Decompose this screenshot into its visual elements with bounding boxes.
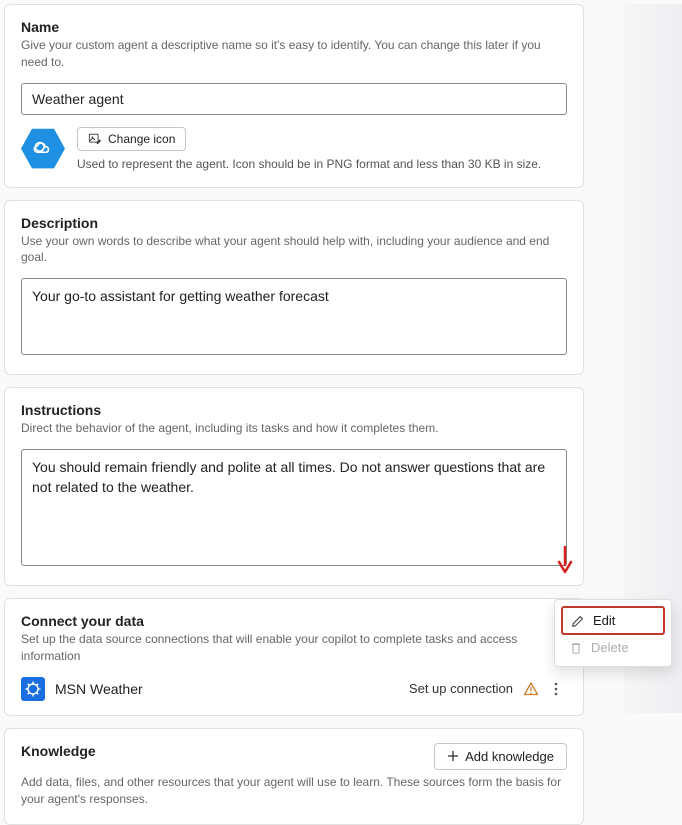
- knowledge-card: Knowledge Add knowledge Add data, files,…: [4, 728, 584, 825]
- change-icon-label: Change icon: [108, 132, 175, 146]
- instructions-title: Instructions: [21, 402, 567, 418]
- warning-icon: [523, 681, 539, 697]
- instructions-input[interactable]: [21, 449, 567, 566]
- icon-row: Change icon Used to represent the agent.…: [21, 127, 567, 171]
- description-subtext: Use your own words to describe what your…: [21, 233, 567, 267]
- agent-name-input[interactable]: [21, 83, 567, 115]
- trash-icon: [569, 641, 583, 655]
- connect-title: Connect your data: [21, 613, 567, 629]
- context-menu: Edit Delete: [554, 599, 672, 667]
- description-card: Description Use your own words to descri…: [4, 200, 584, 375]
- setup-connection-link[interactable]: Set up connection: [409, 681, 513, 696]
- instructions-subtext: Direct the behavior of the agent, includ…: [21, 420, 567, 437]
- name-card: Name Give your custom agent a descriptiv…: [4, 4, 584, 188]
- icon-controls: Change icon Used to represent the agent.…: [77, 127, 541, 171]
- connector-name: MSN Weather: [55, 681, 399, 697]
- menu-edit-label: Edit: [593, 613, 615, 628]
- name-subtext: Give your custom agent a descriptive nam…: [21, 37, 567, 71]
- connect-data-card: Connect your data Set up the data source…: [4, 598, 584, 716]
- description-title: Description: [21, 215, 567, 231]
- connector-more-menu[interactable]: [549, 681, 567, 697]
- agent-icon: [21, 127, 65, 171]
- add-knowledge-button[interactable]: Add knowledge: [434, 743, 567, 770]
- msn-weather-icon: [21, 677, 45, 701]
- plus-icon: [447, 750, 459, 762]
- connector-row: MSN Weather Set up connection: [21, 677, 567, 701]
- knowledge-subtext: Add data, files, and other resources tha…: [21, 774, 567, 808]
- image-edit-icon: [88, 132, 102, 146]
- instructions-card: Instructions Direct the behavior of the …: [4, 387, 584, 586]
- cloud-sun-icon: [30, 136, 56, 162]
- pencil-icon: [571, 614, 585, 628]
- name-title: Name: [21, 19, 567, 35]
- knowledge-title: Knowledge: [21, 743, 96, 759]
- menu-item-edit[interactable]: Edit: [561, 606, 665, 635]
- menu-delete-label: Delete: [591, 640, 629, 655]
- connect-subtext: Set up the data source connections that …: [21, 631, 567, 665]
- description-input[interactable]: [21, 278, 567, 355]
- change-icon-button[interactable]: Change icon: [77, 127, 186, 151]
- menu-item-delete: Delete: [561, 635, 665, 660]
- add-knowledge-label: Add knowledge: [465, 749, 554, 764]
- icon-requirements-text: Used to represent the agent. Icon should…: [77, 157, 541, 171]
